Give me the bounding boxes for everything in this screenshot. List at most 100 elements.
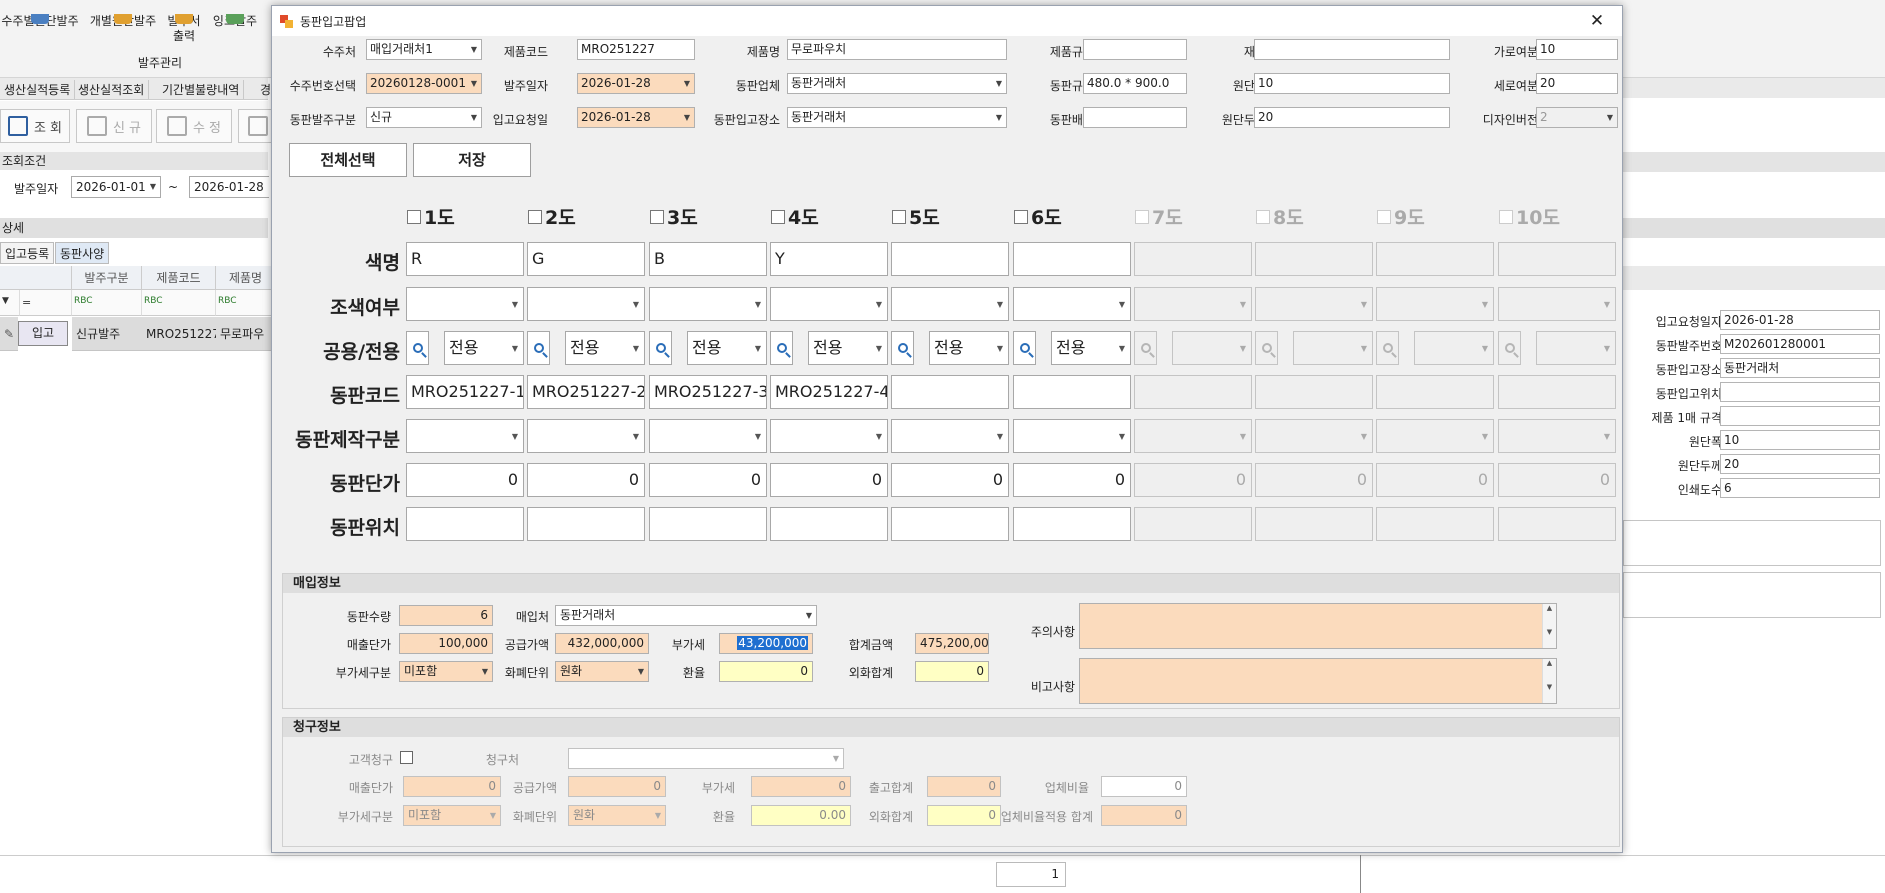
right-field-value[interactable] xyxy=(1720,406,1880,426)
plate-position-input[interactable] xyxy=(1013,507,1131,541)
plate-code-input[interactable]: MRO251227-1 xyxy=(406,375,524,409)
plate-position-input[interactable] xyxy=(770,507,888,541)
column-checkbox[interactable] xyxy=(892,209,906,224)
column-checkbox[interactable] xyxy=(1135,209,1149,224)
column-checkbox[interactable] xyxy=(528,209,542,224)
header-field-input[interactable]: 20260128-0001 ▼ xyxy=(366,73,482,94)
plate-unit-price-input[interactable]: 0 xyxy=(1255,463,1373,497)
filter-operator[interactable]: = xyxy=(20,290,72,316)
right-field-value[interactable]: M202601280001 xyxy=(1720,334,1880,354)
plate-position-input[interactable] xyxy=(406,507,524,541)
bill-vat-type-select[interactable]: 미포함 ▼ xyxy=(403,805,501,826)
header-field-input[interactable]: 신규 ▼ xyxy=(366,107,482,128)
column-checkbox[interactable] xyxy=(1256,209,1270,224)
plate-code-input[interactable] xyxy=(1376,375,1494,409)
header-field-input[interactable]: 10 xyxy=(1254,73,1450,94)
scrollbar[interactable]: ▲ ▼ xyxy=(1542,659,1556,703)
plate-position-input[interactable] xyxy=(1255,507,1373,541)
bill-rate-field[interactable]: 0.00 xyxy=(751,805,851,826)
right-panel-memo[interactable] xyxy=(1623,572,1881,618)
lookup-button[interactable] xyxy=(1376,331,1399,365)
shared-exclusive-select[interactable]: 전용 ▼ xyxy=(444,331,524,365)
header-field-input[interactable]: 무로파우치 xyxy=(787,39,1007,60)
ratio-total-field[interactable]: 0 xyxy=(1101,805,1187,826)
plate-production-select[interactable]: ▼ xyxy=(649,419,767,453)
header-field-input[interactable]: 2 ▼ xyxy=(1536,107,1618,128)
plate-production-select[interactable]: ▼ xyxy=(1498,419,1616,453)
plate-code-input[interactable]: MRO251227-4 xyxy=(770,375,888,409)
lookup-button[interactable] xyxy=(1013,331,1036,365)
filter-cell-icon[interactable]: RBC xyxy=(216,290,276,316)
right-field-value[interactable]: 20 xyxy=(1720,454,1880,474)
page-number-input[interactable]: 1 xyxy=(996,862,1066,887)
color-name-input[interactable] xyxy=(1013,242,1131,276)
header-field-input[interactable] xyxy=(1083,107,1187,128)
header-field-input[interactable]: 10 xyxy=(1536,39,1618,60)
right-field-value[interactable]: 6 xyxy=(1720,478,1880,498)
plate-unit-price-input[interactable]: 0 xyxy=(1013,463,1131,497)
filter-icon[interactable]: ▼ xyxy=(0,290,20,316)
tab-production-query[interactable]: 생산실적조회 xyxy=(74,80,150,99)
plate-production-select[interactable]: ▼ xyxy=(1013,419,1131,453)
rate-field[interactable]: 0 xyxy=(719,661,813,682)
toning-select[interactable]: ▼ xyxy=(770,287,888,321)
filter-cell-icon[interactable]: RBC xyxy=(72,290,142,316)
shared-exclusive-select[interactable]: 전용 ▼ xyxy=(929,331,1009,365)
plate-code-input[interactable] xyxy=(1134,375,1252,409)
color-column-header[interactable]: 8도 xyxy=(1256,203,1304,230)
plate-position-input[interactable] xyxy=(1134,507,1252,541)
column-header[interactable]: 제품코드 xyxy=(142,266,216,290)
header-field-input[interactable]: 20 xyxy=(1536,73,1618,94)
search-button[interactable]: 조 회 xyxy=(0,109,70,143)
plate-code-input[interactable] xyxy=(1498,375,1616,409)
header-field-input[interactable]: 동판거래처 ▼ xyxy=(787,107,1007,128)
shared-exclusive-select[interactable]: ▼ xyxy=(1536,331,1616,365)
color-name-input[interactable] xyxy=(1376,242,1494,276)
plate-unit-price-input[interactable]: 0 xyxy=(527,463,645,497)
color-column-header[interactable]: 10도 xyxy=(1499,203,1560,230)
shared-exclusive-select[interactable]: 전용 ▼ xyxy=(565,331,645,365)
plate-code-input[interactable] xyxy=(1013,375,1131,409)
header-field-input[interactable]: 2026-01-28 ▼ xyxy=(577,73,695,94)
remark-memo[interactable]: ▲ ▼ xyxy=(1079,658,1557,704)
color-name-input[interactable] xyxy=(1255,242,1373,276)
color-column-header[interactable]: 1도 xyxy=(407,203,455,230)
shared-exclusive-select[interactable]: ▼ xyxy=(1293,331,1373,365)
ribbon-ink-order-button[interactable]: 잉크발주 xyxy=(210,14,260,29)
toning-select[interactable]: ▼ xyxy=(1498,287,1616,321)
vat-field[interactable]: 43,200,000 xyxy=(719,633,813,654)
column-checkbox[interactable] xyxy=(1014,209,1028,224)
toning-select[interactable]: ▼ xyxy=(1255,287,1373,321)
date-to-picker[interactable]: 2026-01-28 xyxy=(189,176,269,198)
plate-unit-price-input[interactable]: 0 xyxy=(406,463,524,497)
header-field-input[interactable] xyxy=(1254,39,1450,60)
plate-production-select[interactable]: ▼ xyxy=(1134,419,1252,453)
price-field[interactable]: 100,000 xyxy=(399,633,493,654)
lookup-button[interactable] xyxy=(406,331,429,365)
bill-vat-field[interactable]: 0 xyxy=(751,776,851,797)
color-column-header[interactable]: 9도 xyxy=(1377,203,1425,230)
plate-position-input[interactable] xyxy=(1376,507,1494,541)
column-header[interactable]: 발주구분 xyxy=(72,266,142,290)
color-name-input[interactable] xyxy=(1134,242,1252,276)
color-column-header[interactable]: 4도 xyxy=(771,203,819,230)
toning-select[interactable]: ▼ xyxy=(891,287,1009,321)
tab-receiving-entry[interactable]: 입고등록 xyxy=(0,242,55,264)
right-field-value[interactable] xyxy=(1720,382,1880,402)
header-field-input[interactable]: 동판거래처 ▼ xyxy=(787,73,1007,94)
color-column-header[interactable]: 3도 xyxy=(650,203,698,230)
filter-cell-icon[interactable]: RBC xyxy=(142,290,216,316)
column-checkbox[interactable] xyxy=(407,209,421,224)
shared-exclusive-select[interactable]: ▼ xyxy=(1414,331,1494,365)
lookup-button[interactable] xyxy=(770,331,793,365)
header-field-input[interactable]: MRO251227 xyxy=(577,39,695,60)
bill-supply-field[interactable]: 0 xyxy=(568,776,666,797)
currency-select[interactable]: 원화 ▼ xyxy=(555,661,649,682)
toning-select[interactable]: ▼ xyxy=(1013,287,1131,321)
ratio-field[interactable]: 0 xyxy=(1101,776,1187,797)
select-all-button[interactable]: 전체선택 xyxy=(289,143,407,177)
ribbon-print-order-button[interactable]: 발주서 출력 xyxy=(164,14,204,44)
plate-code-input[interactable] xyxy=(1255,375,1373,409)
plate-position-input[interactable] xyxy=(891,507,1009,541)
toning-select[interactable]: ▼ xyxy=(1376,287,1494,321)
